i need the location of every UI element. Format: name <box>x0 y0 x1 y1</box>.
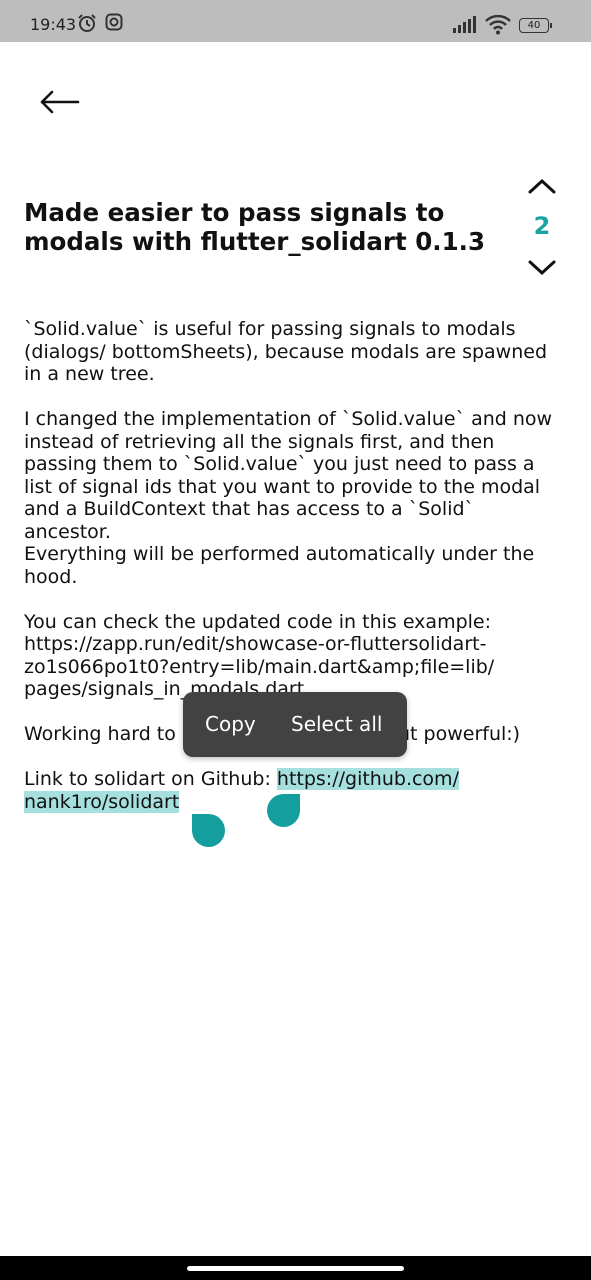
back-button[interactable] <box>36 84 84 120</box>
selection-handle-end[interactable] <box>267 794 300 827</box>
text-selection-toolbar: Copy Select all <box>183 692 407 757</box>
previous-button[interactable] <box>527 176 557 196</box>
wifi-icon <box>485 15 511 35</box>
copy-button[interactable]: Copy <box>205 712 256 736</box>
github-label: Link to solidart on Github: <box>24 768 277 790</box>
system-nav-bar <box>0 1256 591 1280</box>
alarm-icon <box>78 14 96 32</box>
paragraph: Everything will be performed automatical… <box>24 543 535 588</box>
status-time: 19:43 <box>30 15 77 34</box>
next-button[interactable] <box>527 258 557 278</box>
selection-handle-start[interactable] <box>192 814 225 847</box>
battery-level: 40 <box>527 20 541 31</box>
post-counter: 2 <box>533 212 551 240</box>
post-title: Made easier to pass signals to modals wi… <box>24 198 485 256</box>
chevron-up-icon <box>528 178 556 194</box>
chevron-down-icon <box>528 260 556 276</box>
paragraph: I changed the implementation of `Solid.v… <box>24 408 553 543</box>
paragraph: You can check the updated code in this e… <box>24 610 495 701</box>
signal-icon <box>453 16 476 33</box>
instagram-icon <box>105 13 123 31</box>
home-indicator[interactable] <box>187 1266 404 1271</box>
status-bar: 19:43 40 <box>0 0 591 42</box>
arrow-left-icon <box>40 90 80 114</box>
paragraph: `Solid.value` is useful for passing sign… <box>24 318 548 385</box>
battery-icon: 40 <box>519 18 552 33</box>
select-all-button[interactable]: Select all <box>291 712 382 736</box>
